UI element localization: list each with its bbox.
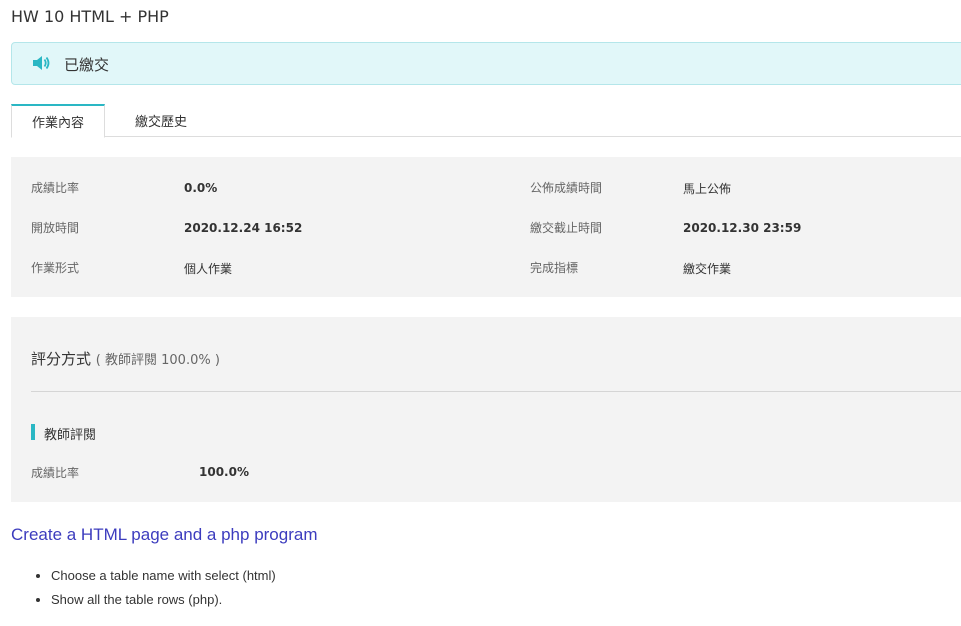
grade-publish-time-label: 公佈成績時間: [530, 181, 603, 195]
speaker-icon: [31, 53, 51, 73]
tab-assignment-content[interactable]: 作業內容: [11, 104, 105, 138]
completion-criteria-value: 繳交作業: [683, 262, 732, 276]
teacher-grade-ratio-value: 100.0%: [199, 465, 249, 479]
page-title: HW 10 HTML + PHP: [11, 7, 169, 26]
tab-bar: 作業內容 繳交歷史: [11, 104, 961, 138]
assignment-info-panel: 成績比率 0.0% 開放時間 2020.12.24 16:52 作業形式 個人作…: [11, 157, 961, 297]
list-item: Choose a table name with select (html): [51, 566, 276, 590]
section-accent-bar: [31, 424, 35, 440]
submission-status-alert: 已繳交: [11, 42, 961, 85]
open-time-label: 開放時間: [31, 221, 80, 235]
grade-ratio-value: 0.0%: [184, 181, 218, 195]
teacher-review-label: 教師評閱: [44, 428, 97, 443]
assignment-type-label: 作業形式: [31, 261, 80, 275]
description-title: Create a HTML page and a php program: [11, 525, 318, 544]
grading-method-panel: 評分方式 ( 教師評閱 100.0% ) 教師評閱 成績比率 100.0%: [11, 317, 961, 502]
open-time-value: 2020.12.24 16:52: [184, 221, 303, 235]
description-list: Choose a table name with select (html) S…: [51, 566, 276, 614]
deadline-label: 繳交截止時間: [530, 221, 603, 235]
grade-publish-time-value: 馬上公佈: [683, 182, 732, 196]
grading-method-heading: 評分方式: [31, 350, 92, 368]
grade-ratio-label: 成績比率: [31, 181, 80, 195]
tab-submission-history[interactable]: 繳交歷史: [105, 104, 217, 137]
divider: [31, 391, 961, 392]
assignment-type-value: 個人作業: [184, 262, 233, 276]
deadline-value: 2020.12.30 23:59: [683, 221, 802, 235]
teacher-grade-ratio-label: 成績比率: [31, 466, 80, 480]
grading-method-title: 評分方式 ( 教師評閱 100.0% ): [31, 348, 220, 369]
completion-criteria-label: 完成指標: [530, 261, 579, 275]
status-text: 已繳交: [64, 56, 110, 74]
list-item: Show all the table rows (php).: [51, 590, 276, 614]
grading-method-subtitle: ( 教師評閱 100.0% ): [95, 353, 220, 368]
